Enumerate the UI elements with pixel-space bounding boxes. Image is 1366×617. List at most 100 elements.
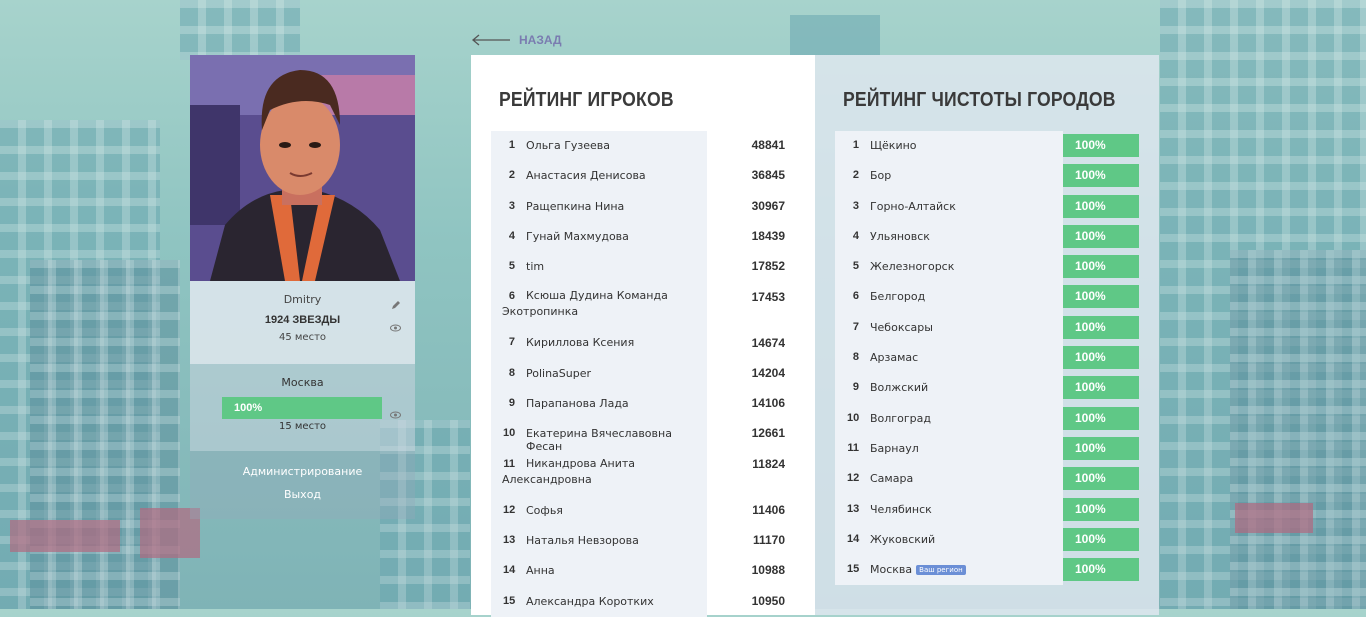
city-name-wrap: Чебоксары [870,321,933,334]
city-percent-bar: 100% [1063,315,1139,339]
cities-rating-panel: РЕЙТИНГ ЧИСТОТЫ ГОРОДОВ 1 Щёкино 100% 2 Бор 1… [815,55,1159,615]
city-percent-bar: 100% [1063,224,1139,248]
city-name-wrap: Ульяновск [870,230,930,243]
city-name: Жуковский [870,532,936,546]
table-row: 1 Ольга Гузеева [491,131,707,161]
city-name: Самара [870,472,914,486]
logout-link[interactable]: Выход [190,488,415,501]
player-rank: 11 [503,457,515,470]
table-row: 4 Гунай Махмудова [491,222,707,252]
profile-name: Dmitry [283,293,322,306]
city-percent-bar: 100% [1063,558,1139,582]
player-rank: 1 [508,139,515,151]
city-name: Ульяновск [870,229,930,243]
cities-list: 1 Щёкино 100% 2 Бор 100% 3 Горно-Алтайск 100% 4 Ул… [835,131,1139,586]
city-rank: 4 [852,229,859,242]
list-item: 2 Бор 100% [835,161,1139,192]
table-row: 7 Кириллова Ксения [491,328,707,358]
city-name: Волжский [870,381,929,395]
eye-icon[interactable] [390,404,401,419]
list-item: 7 Чебоксары 100% [835,312,1139,344]
city-name: Барнаул [870,441,919,455]
city-percent-bar: 100% [1063,346,1139,370]
city-percent-bar: 100% [1063,285,1139,309]
city-percent-bar: 100% [1063,467,1139,491]
player-score: 11406 [752,502,785,517]
city-name: Арзамас [870,351,919,365]
players-list: 1 Ольга Гузеева 2 Анастасия Денисова 3 Ращепк… [491,131,707,617]
profile-city-card: Москва 100% 15 место [190,364,415,451]
city-name-wrap: Самара [870,472,913,485]
city-name: Бор [870,169,892,183]
player-rank: 12 [503,503,516,516]
player-rank: 14 [503,564,516,577]
city-rank: 10 [847,411,860,424]
city-rank: 7 [852,320,859,333]
list-item: 11 Барнаул 100% [835,433,1139,465]
city-name-wrap: Арзамас [870,351,918,364]
back-link[interactable]: НАЗАД [471,33,562,47]
city-name-wrap: Щёкино [870,139,917,152]
city-rank: 13 [847,502,860,515]
table-row: 11 Никандрова Анита Александровна [491,450,707,496]
cities-title: РЕЙТИНГ ЧИСТОТЫ ГОРОДОВ [843,89,1116,111]
city-rank: 12 [847,472,860,485]
city-percent-bar: 100% [1063,497,1139,521]
player-name: Ольга Гузеева [526,139,611,152]
profile-info: Dmitry 1924 ЗВЕЗДЫ 45 место [190,281,415,364]
city-rank: 15 [847,563,860,576]
city-name-wrap: Москва Ваш регион [870,563,966,576]
player-name: Наталья Невзорова [526,533,639,547]
profile-links: Администрирование Выход [190,451,415,519]
player-rank: 3 [508,199,515,212]
player-name: Александра Коротких [526,594,654,608]
player-name: Ксюша Дудина Команда Экотропинка [502,289,668,319]
city-percent-bar: 100% [1063,406,1139,430]
table-row: 14 Анна [491,556,707,586]
player-score: 48841 [751,138,785,152]
player-name: Никандрова Анита Александровна [502,456,636,486]
city-name-wrap: Железногорск [870,260,954,273]
table-row: 15 Александра Коротких [491,587,707,617]
city-percent-bar: 100% [1063,134,1139,157]
city-rank: 1 [852,139,859,151]
table-row: 8 PolinaSuper [491,359,707,389]
player-score: 10988 [751,563,785,578]
players-title: РЕЙТИНГ ИГРОКОВ [499,89,674,111]
city-rank: 6 [852,290,859,303]
profile-city-place: 15 место [278,421,327,432]
city-rank: 8 [852,351,859,364]
city-rank: 14 [847,532,860,545]
player-rank: 9 [508,397,515,410]
table-row: 13 Наталья Невзорова [491,526,707,556]
player-rank: 6 [508,290,515,303]
city-name-wrap: Челябинск [870,503,932,516]
table-row: 2 Анастасия Денисова [491,161,707,191]
player-name: Анастасия Денисова [526,169,646,183]
profile-stars: 1924 ЗВЕЗДЫ [264,314,341,326]
pencil-icon[interactable] [391,295,401,309]
player-score: 12661 [751,426,785,441]
player-name: PolinaSuper [526,366,592,380]
player-name: Гунай Махмудова [526,229,629,243]
city-percent-bar: 100% [1063,527,1139,551]
list-item: 15 Москва Ваш регион 100% [835,555,1139,586]
city-name-wrap: Горно-Алтайск [870,200,956,213]
player-score: 18439 [751,228,785,243]
list-item: 5 Железногорск 100% [835,252,1139,283]
player-rank: 7 [508,336,515,349]
player-rank: 15 [503,594,516,607]
profile-card: Dmitry 1924 ЗВЕЗДЫ 45 место [190,55,415,364]
list-item: 14 Жуковский 100% [835,524,1139,556]
city-rank: 11 [847,441,859,454]
admin-link[interactable]: Администрирование [190,465,415,478]
list-item: 10 Волгоград 100% [835,403,1139,434]
back-label: НАЗАД [519,33,562,47]
city-percent-bar: 100% [1063,436,1139,460]
player-rank: 8 [508,366,515,379]
list-item: 12 Самара 100% [835,464,1139,495]
city-name-wrap: Жуковский [870,533,935,546]
city-name-wrap: Белгород [870,290,925,303]
player-name: Ращепкина Нина [526,199,625,213]
eye-icon[interactable] [390,317,401,332]
